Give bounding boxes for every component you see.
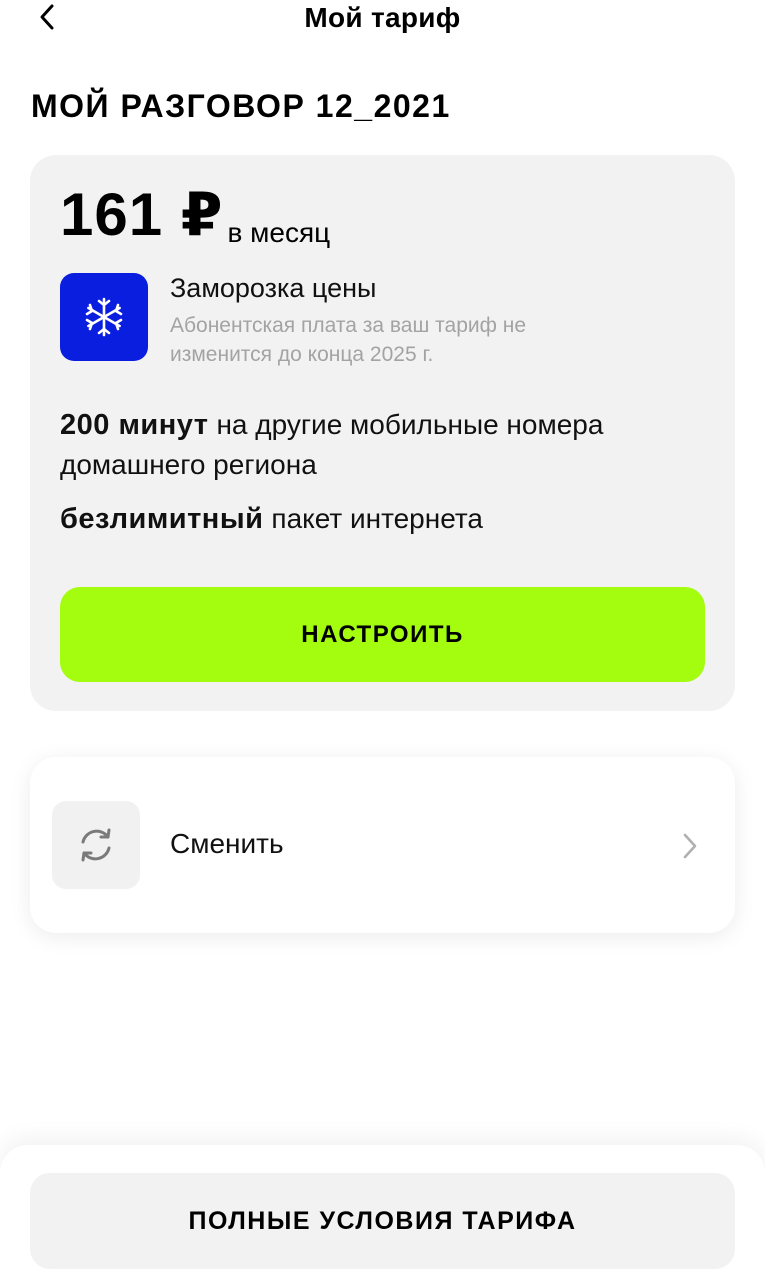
feature-internet-amount: безлимитный: [60, 503, 264, 535]
chevron-right-icon: [675, 829, 705, 863]
price-value: 161 ₽: [60, 181, 224, 248]
configure-button[interactable]: НАСТРОИТЬ: [60, 587, 705, 682]
freeze-title: Заморозка цены: [170, 273, 377, 303]
feature-internet: безлимитный пакет интернета: [60, 499, 680, 539]
plan-name: МОЙ РАЗГОВОР 12_2021: [31, 88, 451, 124]
header: Мой тариф: [0, 0, 765, 40]
freeze-description: Абонентская плата за ваш тариф не измени…: [170, 314, 527, 366]
snowflake-icon: [60, 273, 148, 361]
change-tariff-row[interactable]: Сменить: [30, 757, 735, 933]
page: Мой тариф МОЙ РАЗГОВОР 12_2021 161 ₽ в м…: [0, 0, 765, 1280]
price-period: в месяц: [227, 217, 331, 248]
bottom-sheet: ПОЛНЫЕ УСЛОВИЯ ТАРИФА: [0, 1145, 765, 1280]
refresh-icon: [52, 801, 140, 889]
header-title: Мой тариф: [304, 2, 461, 33]
feature-minutes: 200 минут на другие мобильные номера дома…: [60, 405, 680, 485]
change-label: Сменить: [170, 828, 284, 859]
full-terms-button[interactable]: ПОЛНЫЕ УСЛОВИЯ ТАРИФА: [30, 1173, 735, 1269]
feature-internet-text: пакет интернета: [271, 503, 483, 534]
tariff-card: 161 ₽ в месяц Заморозка цены Абонентская…: [30, 155, 735, 711]
feature-minutes-amount: 200 минут: [60, 409, 209, 441]
price-row: 161 ₽ в месяц: [60, 181, 331, 248]
